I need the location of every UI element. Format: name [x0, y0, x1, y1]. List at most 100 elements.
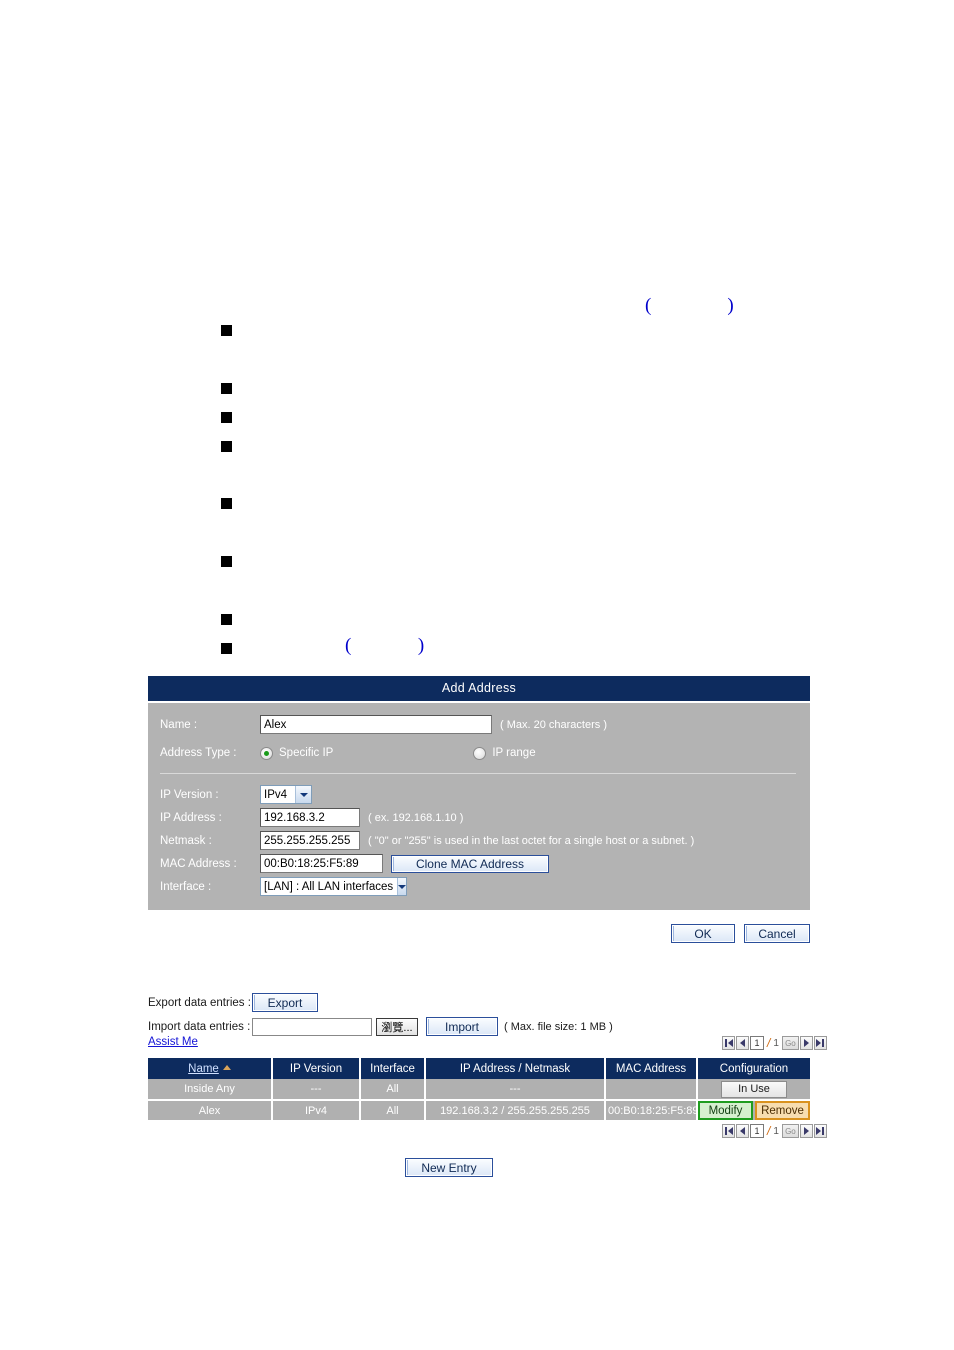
prev-page-button[interactable] [736, 1124, 749, 1138]
ip-version-select[interactable]: IPv4 [260, 785, 312, 804]
bullet-marker [221, 412, 232, 423]
ip-address-input[interactable] [260, 808, 360, 827]
bullet-marker [221, 498, 232, 509]
ip-version-label: IP Version : [160, 788, 219, 801]
chevron-down-icon[interactable] [295, 786, 311, 803]
ip-address-hint: ( ex. 192.168.1.10 ) [368, 811, 464, 824]
interface-value: [LAN] : All LAN interfaces [264, 880, 394, 893]
column-header-mac-address: MAC Address [605, 1058, 698, 1079]
import-hint: ( Max. file size: 1 MB ) [504, 1020, 613, 1033]
cell-ip-version: --- [272, 1079, 361, 1101]
cell-ip-netmask: --- [425, 1079, 606, 1101]
netmask-hint: ( "0" or "255" is used in the last octet… [368, 834, 695, 847]
field-row-ip-address: IP Address : ( ex. 192.168.1.10 ) [148, 806, 810, 829]
modify-button[interactable]: Modify [698, 1101, 753, 1120]
interface-select[interactable]: [LAN] : All LAN interfaces [260, 877, 407, 896]
clone-mac-address-button[interactable]: Clone MAC Address [391, 854, 549, 873]
bullet-marker [221, 643, 232, 654]
interface-label: Interface : [160, 880, 212, 893]
field-row-ip-version: IP Version : IPv4 [148, 783, 810, 806]
field-row-name: Name : ( Max. 20 characters ) [148, 713, 810, 736]
mac-address-label: MAC Address : [160, 857, 237, 870]
cell-configuration: Modify Remove [697, 1100, 810, 1122]
cell-interface: All [360, 1100, 426, 1122]
field-row-mac-address: MAC Address : Clone MAC Address [148, 852, 810, 875]
radio-ip-range[interactable]: IP range [473, 746, 536, 760]
cell-ip-version: IPv4 [272, 1100, 361, 1122]
panel-divider [160, 773, 796, 774]
bullet-marker [221, 614, 232, 625]
page-separator: / [767, 1036, 771, 1050]
netmask-label: Netmask : [160, 834, 212, 847]
address-table: Name IP Version Interface IP Address / N… [148, 1058, 810, 1122]
add-address-panel: Add Address Name : ( Max. 20 characters … [148, 676, 810, 910]
radio-specific-ip-icon[interactable] [260, 746, 273, 760]
next-page-button[interactable] [799, 1036, 813, 1050]
mac-address-input[interactable] [260, 854, 383, 873]
cell-configuration: In Use [697, 1079, 810, 1101]
cancel-button[interactable]: Cancel [744, 924, 810, 943]
bullet-marker [221, 325, 232, 336]
first-page-button[interactable] [722, 1036, 735, 1050]
pagination-top: 1 / 1 Go [722, 1036, 827, 1050]
new-entry-row: New Entry [148, 1158, 810, 1177]
field-row-netmask: Netmask : ( "0" or "255" is used in the … [148, 829, 810, 852]
field-row-interface: Interface : [LAN] : All LAN interfaces [148, 875, 810, 898]
address-type-label: Address Type : [160, 747, 237, 759]
radio-specific-ip-label: Specific IP [279, 747, 334, 759]
field-row-address-type: Address Type : Specific IP IP range [148, 742, 810, 764]
netmask-input[interactable] [260, 831, 360, 850]
export-button[interactable]: Export [252, 993, 318, 1012]
ok-button[interactable]: OK [671, 924, 735, 943]
table-row: Alex IPv4 All 192.168.3.2 / 255.255.255.… [148, 1100, 810, 1122]
sort-name-link[interactable]: Name [188, 1063, 219, 1075]
column-header-name[interactable]: Name [148, 1058, 273, 1079]
import-row: Import data entries : 瀏覽... Import ( Max… [148, 1016, 810, 1037]
radio-ip-range-label: IP range [492, 747, 536, 759]
export-row: Export data entries : Export [148, 992, 810, 1013]
go-button[interactable]: Go [781, 1124, 799, 1138]
panel-action-row: OK Cancel [148, 924, 810, 943]
ip-address-label: IP Address : [160, 811, 222, 824]
column-header-ip-version: IP Version [272, 1058, 361, 1079]
page-total: 1 [773, 1037, 779, 1049]
import-export-block: Export data entries : Export Import data… [148, 992, 810, 1040]
in-use-button[interactable]: In Use [721, 1080, 787, 1098]
radio-ip-range-icon[interactable] [473, 746, 487, 760]
next-page-button[interactable] [799, 1124, 813, 1138]
cell-mac-address: 00:B0:18:25:F5:89 [605, 1100, 698, 1122]
import-button[interactable]: Import [426, 1017, 498, 1036]
cell-mac-address [605, 1079, 698, 1101]
table-row: Inside Any --- All --- In Use [148, 1079, 810, 1101]
prev-page-button[interactable] [736, 1036, 749, 1050]
last-page-button[interactable] [813, 1036, 827, 1050]
column-header-configuration: Configuration [697, 1058, 810, 1079]
last-page-button[interactable] [813, 1124, 827, 1138]
column-header-ip-netmask: IP Address / Netmask [425, 1058, 606, 1079]
page-number-input[interactable]: 1 [750, 1036, 764, 1050]
page-total: 1 [773, 1125, 779, 1137]
assist-me-link[interactable]: Assist Me [148, 1036, 198, 1048]
table-header-row: Name IP Version Interface IP Address / N… [148, 1058, 810, 1079]
first-page-button[interactable] [722, 1124, 735, 1138]
import-file-input[interactable] [252, 1017, 372, 1036]
remove-button[interactable]: Remove [755, 1101, 810, 1120]
import-label: Import data entries : [148, 1020, 251, 1033]
paren-annotation: ( ) [645, 295, 734, 316]
go-button[interactable]: Go [781, 1036, 799, 1050]
name-input[interactable] [260, 715, 492, 734]
browse-button[interactable]: 瀏覽... [376, 1017, 418, 1036]
sort-ascending-icon [222, 1064, 231, 1070]
panel-title: Add Address [148, 676, 810, 701]
new-entry-button[interactable]: New Entry [405, 1158, 493, 1177]
export-label: Export data entries : [148, 996, 251, 1009]
pagination-bottom: 1 / 1 Go [722, 1124, 827, 1138]
page-number-input[interactable]: 1 [750, 1124, 764, 1138]
document-body-area: ( ) ( ) [0, 0, 954, 670]
bullet-marker [221, 441, 232, 452]
chevron-down-icon[interactable] [397, 878, 407, 895]
bullet-marker [221, 383, 232, 394]
panel-body: Name : ( Max. 20 characters ) Address Ty… [148, 701, 810, 910]
page-separator: / [767, 1124, 771, 1138]
radio-specific-ip[interactable]: Specific IP [260, 746, 334, 760]
